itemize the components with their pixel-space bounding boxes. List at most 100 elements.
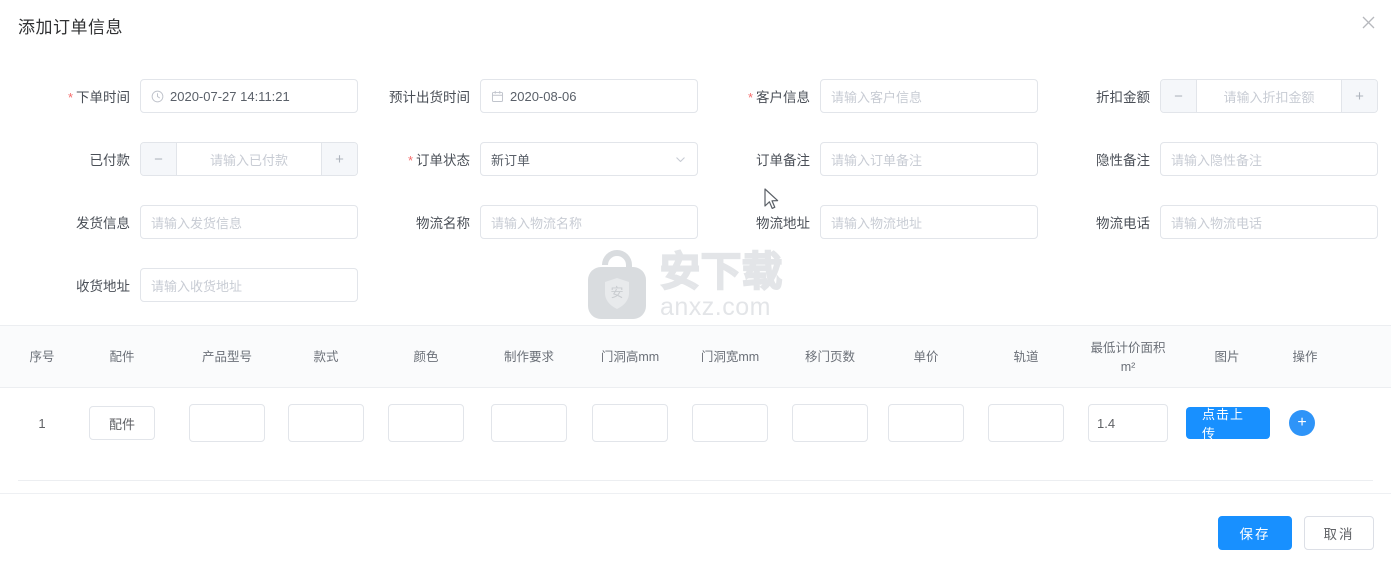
clock-icon — [151, 90, 164, 103]
table-row-divider — [18, 480, 1373, 481]
field-paid-amount: 已付款 − 请输入已付款 + — [20, 141, 358, 177]
field-label-hidden-remark: 隐性备注 — [1096, 153, 1150, 168]
table-header-color: 颜色 — [413, 350, 439, 365]
cell-parts: 配件 — [82, 388, 162, 458]
cell-unit-price — [888, 388, 964, 458]
paid-increment-button[interactable]: + — [321, 143, 357, 175]
expected-ship-time-input[interactable]: 2020-08-06 — [480, 79, 698, 113]
order-form: * 下单时间 2020-07-27 14:11:21 预计出货时间 2020-0… — [0, 52, 1391, 322]
expected-ship-time-value: 2020-08-06 — [510, 88, 577, 104]
order-remark-placeholder: 请输入订单备注 — [831, 152, 923, 168]
track-input[interactable] — [988, 404, 1064, 442]
field-discount-amount: 折扣金额 − 请输入折扣金额 + — [1040, 78, 1378, 114]
cell-requirement — [484, 388, 574, 458]
required-star: * — [67, 89, 73, 105]
required-star: * — [407, 152, 413, 168]
field-label-order-time: * 下单时间 — [67, 89, 130, 105]
order-remark-input[interactable]: 请输入订单备注 — [820, 142, 1038, 176]
product-model-input[interactable] — [189, 404, 265, 442]
cell-image: 点击上传 — [1186, 388, 1270, 458]
table-header-door-width: 门洞宽mm — [700, 350, 760, 365]
order-time-value: 2020-07-27 14:11:21 — [170, 88, 290, 104]
cell-door-height — [584, 388, 676, 458]
discount-amount-stepper[interactable]: − 请输入折扣金额 + — [1160, 79, 1378, 113]
field-label-logistics-name: 物流名称 — [416, 216, 470, 231]
discount-amount-input[interactable]: 请输入折扣金额 — [1197, 80, 1341, 112]
order-items-table: 序号 配件 产品型号 款式 颜色 制作要求 门洞高mm 门洞宽mm 移门页数 单… — [0, 325, 1391, 485]
color-input[interactable] — [388, 404, 464, 442]
cell-index: 1 — [18, 388, 66, 458]
table-header-door-height: 门洞高mm — [600, 350, 660, 365]
logistics-phone-input[interactable]: 请输入物流电话 — [1160, 205, 1378, 239]
add-order-dialog: 添加订单信息 * 下单时间 2020-07-27 14:11:21 预计出货时间 — [0, 0, 1391, 570]
unit-price-input[interactable] — [888, 404, 964, 442]
logistics-address-placeholder: 请输入物流地址 — [831, 215, 923, 231]
table-header-unit-price: 单价 — [913, 350, 939, 365]
paid-amount-stepper[interactable]: − 请输入已付款 + — [140, 142, 358, 176]
hidden-remark-input[interactable]: 请输入隐性备注 — [1160, 142, 1378, 176]
order-status-select[interactable]: 新订单 — [480, 142, 698, 176]
order-time-input[interactable]: 2020-07-27 14:11:21 — [140, 79, 358, 113]
paid-amount-input[interactable]: 请输入已付款 — [177, 143, 321, 175]
row-index-value: 1 — [38, 415, 46, 431]
field-receiving-address: 收货地址 请输入收货地址 — [20, 267, 358, 303]
field-hidden-remark: 隐性备注 请输入隐性备注 — [1040, 141, 1378, 177]
table-header-track: 轨道 — [1013, 350, 1039, 365]
cell-door-width — [684, 388, 776, 458]
field-label-paid-amount: 已付款 — [89, 153, 131, 168]
cell-product-model — [182, 388, 272, 458]
add-row-button[interactable]: + — [1289, 410, 1315, 436]
cancel-button[interactable]: 取消 — [1304, 516, 1374, 550]
table-header-action: 操作 — [1292, 350, 1318, 365]
calendar-icon — [491, 90, 504, 103]
logistics-address-input[interactable]: 请输入物流地址 — [820, 205, 1038, 239]
cell-action: + — [1276, 388, 1328, 458]
door-height-input[interactable] — [592, 404, 668, 442]
door-pages-input[interactable] — [792, 404, 868, 442]
discount-decrement-button[interactable]: − — [1161, 80, 1197, 112]
upload-button[interactable]: 点击上传 — [1186, 407, 1270, 441]
field-label-discount-amount: 折扣金额 — [1096, 90, 1150, 105]
dialog-header: 添加订单信息 — [0, 0, 1391, 52]
field-order-status: * 订单状态 新订单 — [360, 141, 698, 177]
table-header-style: 款式 — [313, 350, 339, 365]
chevron-down-icon — [674, 153, 687, 166]
cell-style — [288, 388, 364, 458]
field-order-time: * 下单时间 2020-07-27 14:11:21 — [20, 78, 358, 114]
table-header-index: 序号 — [29, 350, 55, 365]
table-header-row: 序号 配件 产品型号 款式 颜色 制作要求 门洞高mm 门洞宽mm 移门页数 单… — [0, 325, 1391, 388]
required-star: * — [747, 89, 753, 105]
requirement-input[interactable] — [491, 404, 567, 442]
parts-button[interactable]: 配件 — [89, 406, 155, 440]
order-status-value: 新订单 — [491, 152, 531, 168]
field-label-logistics-address: 物流地址 — [756, 216, 810, 231]
table-header-image: 图片 — [1214, 350, 1240, 365]
cell-door-pages — [786, 388, 874, 458]
paid-decrement-button[interactable]: − — [141, 143, 177, 175]
logistics-name-input[interactable]: 请输入物流名称 — [480, 205, 698, 239]
save-button[interactable]: 保存 — [1218, 516, 1292, 550]
style-input[interactable] — [288, 404, 364, 442]
customer-info-input[interactable]: 请输入客户信息 — [820, 79, 1038, 113]
field-label-receiving-address: 收货地址 — [76, 279, 130, 294]
table-header-min-area: 最低计价面积 m² — [1078, 326, 1178, 389]
receiving-address-placeholder: 请输入收货地址 — [151, 278, 243, 294]
min-area-input[interactable]: 1.4 — [1088, 404, 1168, 442]
shipping-info-placeholder: 请输入发货信息 — [151, 215, 243, 231]
field-label-logistics-phone: 物流电话 — [1096, 216, 1150, 231]
field-label-expected-ship-time: 预计出货时间 — [389, 90, 470, 105]
door-width-input[interactable] — [692, 404, 768, 442]
receiving-address-input[interactable]: 请输入收货地址 — [140, 268, 358, 302]
table-header-min-area-label: 最低计价面积 — [1090, 341, 1166, 356]
field-logistics-address: 物流地址 请输入物流地址 — [700, 204, 1038, 240]
close-icon[interactable] — [1357, 13, 1379, 35]
discount-increment-button[interactable]: + — [1341, 80, 1377, 112]
page-title: 添加订单信息 — [18, 18, 123, 37]
logistics-name-placeholder: 请输入物流名称 — [491, 215, 583, 231]
field-customer-info: * 客户信息 请输入客户信息 — [700, 78, 1038, 114]
table-header-parts: 配件 — [109, 350, 135, 365]
field-label-order-status: * 订单状态 — [407, 152, 470, 168]
shipping-info-input[interactable]: 请输入发货信息 — [140, 205, 358, 239]
hidden-remark-placeholder: 请输入隐性备注 — [1171, 152, 1263, 168]
cell-color — [388, 388, 464, 458]
